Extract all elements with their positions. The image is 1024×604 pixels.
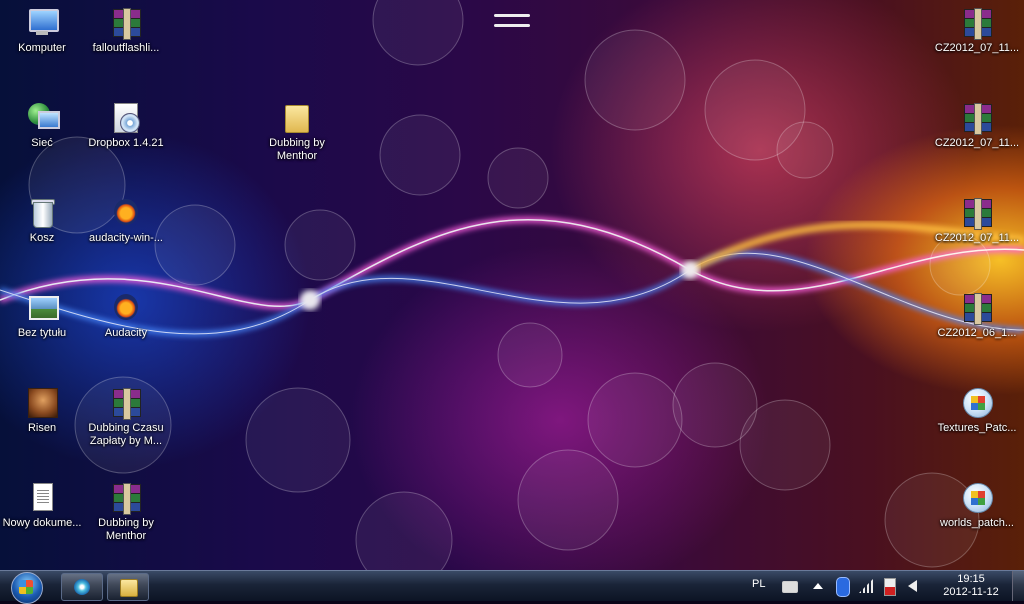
winrar-archive-icon — [961, 291, 993, 325]
desktop-icon-label: audacity-win-... — [89, 232, 163, 244]
desktop-icon-label: Audacity — [104, 327, 148, 339]
text-document-icon — [26, 481, 58, 513]
setup-patch-icon — [961, 386, 993, 418]
folder-icon — [281, 101, 313, 133]
winrar-archive-icon — [110, 6, 142, 40]
show-hidden-icons-chevron-icon[interactable] — [813, 583, 823, 589]
desktop-icon-new-document[interactable]: Nowy dokume... — [0, 475, 87, 559]
desktop-icon-audacity[interactable]: Audacity — [81, 285, 171, 369]
desktop-icon-label: Dubbing Czasu Zapłaty by M... — [88, 422, 164, 447]
winrar-archive-icon — [961, 196, 993, 230]
desktop-icon-label: Textures_Patc... — [937, 422, 1017, 434]
media-player-icon — [74, 579, 90, 595]
show-desktop-button[interactable] — [1012, 571, 1024, 601]
desktop-icon-label: Bez tytułu — [17, 327, 67, 339]
desktop-icon-cz2012-archive-3[interactable]: CZ2012_07_11... — [932, 190, 1022, 274]
winrar-archive-icon — [961, 101, 993, 135]
desktop-icon-cz2012-archive-1[interactable]: CZ2012_07_11... — [932, 0, 1022, 84]
desktop-icon-label: CZ2012_07_11... — [934, 137, 1020, 149]
start-button[interactable] — [8, 572, 44, 604]
winrar-archive-icon — [110, 386, 142, 420]
desktop-icon-label: Kosz — [29, 232, 55, 244]
bluetooth-icon[interactable] — [836, 577, 850, 597]
desktop-icon-label: CZ2012_06_1... — [937, 327, 1017, 339]
taskbar-media-player-button[interactable] — [61, 573, 103, 601]
desktop-icon-computer[interactable]: Komputer — [0, 0, 87, 84]
desktop-icon-label: worlds_patch... — [940, 517, 1014, 529]
setup-patch-icon — [961, 481, 993, 513]
desktop-icon-label: falloutflashli... — [92, 42, 160, 54]
volume-icon[interactable] — [908, 580, 917, 592]
desktop-icon-audacity-installer[interactable]: audacity-win-... — [81, 190, 171, 274]
language-indicator[interactable]: PL — [752, 578, 765, 590]
notification-area: PL 19:15 2012-11-12 — [740, 571, 1024, 601]
keyboard-icon[interactable] — [782, 581, 798, 593]
desktop-icon-dubbing-archive[interactable]: Dubbing by Menthor — [81, 475, 171, 559]
desktop-icon-label: Risen — [27, 422, 57, 434]
windows-logo-icon — [19, 580, 33, 594]
clock-date: 2012-11-12 — [943, 586, 999, 598]
desktop-icon-worlds-patch[interactable]: worlds_patch... — [932, 475, 1022, 559]
desktop-icon-textures-patch[interactable]: Textures_Patc... — [932, 380, 1022, 464]
network-signal-icon[interactable] — [859, 579, 873, 593]
desktop-icon-label: Dubbing by Menthor — [98, 517, 154, 542]
desktop-icon-dropbox-installer[interactable]: Dropbox 1.4.21 — [81, 95, 171, 179]
desktop-icon-label: CZ2012_07_11... — [934, 42, 1020, 54]
clock[interactable]: 19:15 2012-11-12 — [936, 573, 1006, 599]
risen-game-icon — [26, 386, 58, 418]
audacity-icon — [110, 291, 142, 323]
network-icon — [26, 101, 60, 133]
desktop-icon-label: Nowy dokume... — [2, 517, 82, 529]
desktop-icon-label: Dubbing by Menthor — [269, 137, 325, 162]
desktop-icon-label: Dropbox 1.4.21 — [88, 137, 164, 149]
desktop-icon-untitled-image[interactable]: Bez tytułu — [0, 285, 87, 369]
desktop-icon-dubbing-czasu-zaplaty[interactable]: Dubbing Czasu Zapłaty by M... — [81, 380, 171, 464]
sidebar-gadget-handle-icon[interactable] — [494, 10, 530, 32]
installer-icon — [110, 101, 142, 133]
winrar-archive-icon — [110, 481, 142, 515]
desktop-icon-falloutflashlight[interactable]: falloutflashli... — [81, 0, 171, 84]
image-icon — [26, 291, 59, 323]
desktop-icon-label: Sieć — [31, 137, 53, 149]
computer-icon — [26, 6, 59, 38]
desktop-icon-network[interactable]: Sieć — [0, 95, 87, 179]
recycle-bin-icon — [26, 196, 58, 228]
desktop-icon-risen[interactable]: Risen — [0, 380, 87, 464]
explorer-folder-icon — [120, 579, 138, 597]
audacity-icon — [110, 196, 142, 228]
battery-power-icon[interactable] — [884, 578, 896, 596]
desktop-icon-label: Komputer — [18, 42, 66, 54]
taskbar-explorer-button[interactable] — [107, 573, 149, 601]
winrar-archive-icon — [961, 6, 993, 40]
desktop-icon-label: CZ2012_07_11... — [934, 232, 1020, 244]
desktop-icon-cz2012-archive-4[interactable]: CZ2012_06_1... — [932, 285, 1022, 369]
desktop-icon-cz2012-archive-2[interactable]: CZ2012_07_11... — [932, 95, 1022, 179]
desktop-icon-recycle-bin[interactable]: Kosz — [0, 190, 87, 274]
taskbar: PL 19:15 2012-11-12 — [0, 570, 1024, 604]
desktop-icon-dubbing-folder[interactable]: Dubbing by Menthor — [252, 95, 342, 179]
clock-time: 19:15 — [957, 573, 985, 585]
